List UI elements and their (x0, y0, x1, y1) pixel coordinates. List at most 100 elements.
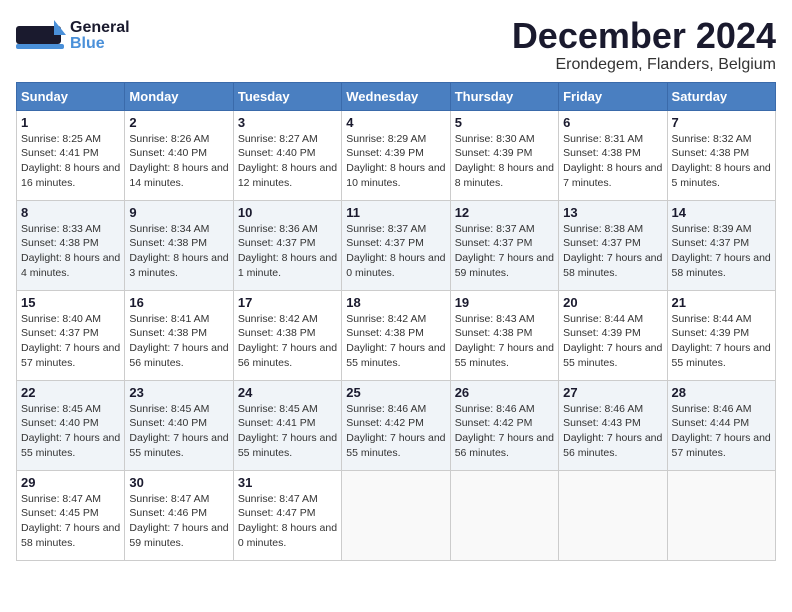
day-info: Sunrise: 8:43 AM Sunset: 4:38 PM Dayligh… (455, 312, 554, 371)
day-cell: 31 Sunrise: 8:47 AM Sunset: 4:47 PM Dayl… (233, 470, 341, 560)
sunrise: Sunrise: 8:46 AM (563, 403, 643, 415)
header-cell-sunday: Sunday (17, 82, 125, 110)
week-row-2: 8 Sunrise: 8:33 AM Sunset: 4:38 PM Dayli… (17, 200, 776, 290)
sunset: Sunset: 4:38 PM (238, 327, 316, 339)
day-number: 31 (238, 475, 337, 490)
day-info: Sunrise: 8:33 AM Sunset: 4:38 PM Dayligh… (21, 222, 120, 281)
daylight: Daylight: 8 hours and 4 minutes. (21, 252, 120, 279)
day-info: Sunrise: 8:47 AM Sunset: 4:46 PM Dayligh… (129, 492, 228, 551)
day-info: Sunrise: 8:46 AM Sunset: 4:42 PM Dayligh… (346, 402, 445, 461)
daylight: Daylight: 7 hours and 55 minutes. (21, 432, 120, 459)
sunrise: Sunrise: 8:42 AM (238, 313, 318, 325)
day-cell: 30 Sunrise: 8:47 AM Sunset: 4:46 PM Dayl… (125, 470, 233, 560)
day-number: 1 (21, 115, 120, 130)
sunset: Sunset: 4:38 PM (563, 147, 641, 159)
sunset: Sunset: 4:38 PM (672, 147, 750, 159)
daylight: Daylight: 8 hours and 1 minute. (238, 252, 337, 279)
sunset: Sunset: 4:40 PM (129, 417, 207, 429)
day-number: 21 (672, 295, 771, 310)
day-cell: 29 Sunrise: 8:47 AM Sunset: 4:45 PM Dayl… (17, 470, 125, 560)
logo-blue-text: Blue (70, 36, 130, 52)
month-title: December 2024 (512, 16, 776, 56)
logo-icon (16, 16, 66, 56)
day-cell: 6 Sunrise: 8:31 AM Sunset: 4:38 PM Dayli… (559, 110, 667, 200)
day-info: Sunrise: 8:34 AM Sunset: 4:38 PM Dayligh… (129, 222, 228, 281)
title-section: December 2024 Erondegem, Flanders, Belgi… (512, 16, 776, 74)
sunrise: Sunrise: 8:37 AM (346, 223, 426, 235)
day-info: Sunrise: 8:32 AM Sunset: 4:38 PM Dayligh… (672, 132, 771, 191)
day-info: Sunrise: 8:47 AM Sunset: 4:45 PM Dayligh… (21, 492, 120, 551)
day-info: Sunrise: 8:42 AM Sunset: 4:38 PM Dayligh… (238, 312, 337, 371)
sunset: Sunset: 4:41 PM (238, 417, 316, 429)
daylight: Daylight: 7 hours and 57 minutes. (672, 432, 771, 459)
header-cell-monday: Monday (125, 82, 233, 110)
day-number: 24 (238, 385, 337, 400)
daylight: Daylight: 7 hours and 55 minutes. (346, 342, 445, 369)
daylight: Daylight: 7 hours and 59 minutes. (455, 252, 554, 279)
day-cell: 22 Sunrise: 8:45 AM Sunset: 4:40 PM Dayl… (17, 380, 125, 470)
day-number: 17 (238, 295, 337, 310)
week-row-5: 29 Sunrise: 8:47 AM Sunset: 4:45 PM Dayl… (17, 470, 776, 560)
day-info: Sunrise: 8:31 AM Sunset: 4:38 PM Dayligh… (563, 132, 662, 191)
day-cell (667, 470, 775, 560)
day-cell: 1 Sunrise: 8:25 AM Sunset: 4:41 PM Dayli… (17, 110, 125, 200)
sunrise: Sunrise: 8:38 AM (563, 223, 643, 235)
day-number: 11 (346, 205, 445, 220)
day-info: Sunrise: 8:46 AM Sunset: 4:44 PM Dayligh… (672, 402, 771, 461)
day-number: 18 (346, 295, 445, 310)
daylight: Daylight: 7 hours and 56 minutes. (563, 432, 662, 459)
day-cell (559, 470, 667, 560)
day-cell: 23 Sunrise: 8:45 AM Sunset: 4:40 PM Dayl… (125, 380, 233, 470)
day-cell: 14 Sunrise: 8:39 AM Sunset: 4:37 PM Dayl… (667, 200, 775, 290)
day-number: 16 (129, 295, 228, 310)
sunset: Sunset: 4:37 PM (238, 237, 316, 249)
sunrise: Sunrise: 8:46 AM (672, 403, 752, 415)
sunset: Sunset: 4:37 PM (672, 237, 750, 249)
day-number: 28 (672, 385, 771, 400)
day-info: Sunrise: 8:46 AM Sunset: 4:43 PM Dayligh… (563, 402, 662, 461)
sunset: Sunset: 4:46 PM (129, 507, 207, 519)
sunset: Sunset: 4:43 PM (563, 417, 641, 429)
day-cell (450, 470, 558, 560)
sunset: Sunset: 4:38 PM (129, 237, 207, 249)
day-number: 8 (21, 205, 120, 220)
daylight: Daylight: 7 hours and 55 minutes. (129, 432, 228, 459)
sunrise: Sunrise: 8:33 AM (21, 223, 101, 235)
sunset: Sunset: 4:38 PM (455, 327, 533, 339)
daylight: Daylight: 8 hours and 5 minutes. (672, 162, 771, 189)
day-cell: 25 Sunrise: 8:46 AM Sunset: 4:42 PM Dayl… (342, 380, 450, 470)
week-row-3: 15 Sunrise: 8:40 AM Sunset: 4:37 PM Dayl… (17, 290, 776, 380)
daylight: Daylight: 8 hours and 0 minutes. (346, 252, 445, 279)
sunrise: Sunrise: 8:30 AM (455, 133, 535, 145)
day-info: Sunrise: 8:42 AM Sunset: 4:38 PM Dayligh… (346, 312, 445, 371)
day-number: 29 (21, 475, 120, 490)
daylight: Daylight: 8 hours and 8 minutes. (455, 162, 554, 189)
day-info: Sunrise: 8:26 AM Sunset: 4:40 PM Dayligh… (129, 132, 228, 191)
day-cell: 21 Sunrise: 8:44 AM Sunset: 4:39 PM Dayl… (667, 290, 775, 380)
day-number: 22 (21, 385, 120, 400)
daylight: Daylight: 8 hours and 10 minutes. (346, 162, 445, 189)
day-number: 20 (563, 295, 662, 310)
day-info: Sunrise: 8:39 AM Sunset: 4:37 PM Dayligh… (672, 222, 771, 281)
sunrise: Sunrise: 8:47 AM (21, 493, 101, 505)
sunrise: Sunrise: 8:47 AM (129, 493, 209, 505)
day-info: Sunrise: 8:45 AM Sunset: 4:40 PM Dayligh… (129, 402, 228, 461)
day-cell: 17 Sunrise: 8:42 AM Sunset: 4:38 PM Dayl… (233, 290, 341, 380)
sunrise: Sunrise: 8:36 AM (238, 223, 318, 235)
daylight: Daylight: 8 hours and 14 minutes. (129, 162, 228, 189)
sunset: Sunset: 4:39 PM (346, 147, 424, 159)
location-title: Erondegem, Flanders, Belgium (512, 56, 776, 74)
day-cell: 10 Sunrise: 8:36 AM Sunset: 4:37 PM Dayl… (233, 200, 341, 290)
day-number: 7 (672, 115, 771, 130)
day-info: Sunrise: 8:36 AM Sunset: 4:37 PM Dayligh… (238, 222, 337, 281)
day-number: 27 (563, 385, 662, 400)
day-info: Sunrise: 8:44 AM Sunset: 4:39 PM Dayligh… (563, 312, 662, 371)
daylight: Daylight: 7 hours and 59 minutes. (129, 522, 228, 549)
daylight: Daylight: 7 hours and 56 minutes. (129, 342, 228, 369)
sunrise: Sunrise: 8:46 AM (455, 403, 535, 415)
sunrise: Sunrise: 8:44 AM (672, 313, 752, 325)
sunrise: Sunrise: 8:44 AM (563, 313, 643, 325)
day-cell: 4 Sunrise: 8:29 AM Sunset: 4:39 PM Dayli… (342, 110, 450, 200)
day-info: Sunrise: 8:27 AM Sunset: 4:40 PM Dayligh… (238, 132, 337, 191)
daylight: Daylight: 7 hours and 58 minutes. (563, 252, 662, 279)
